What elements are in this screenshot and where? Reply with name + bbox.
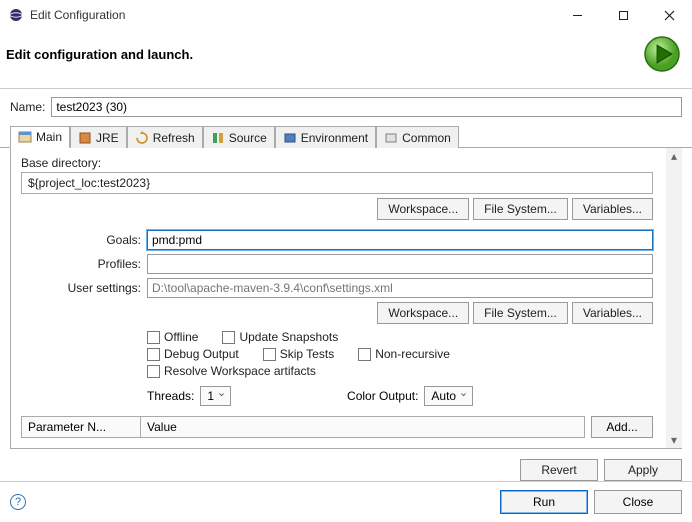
basedir-filesystem-button[interactable]: File System...: [473, 198, 568, 220]
usersettings-filesystem-button[interactable]: File System...: [473, 302, 568, 324]
tab-main[interactable]: Main: [10, 126, 70, 148]
profiles-label: Profiles:: [21, 257, 141, 271]
dialog-header: Edit configuration and launch.: [0, 30, 692, 89]
tab-jre[interactable]: JRE: [70, 126, 127, 148]
help-icon[interactable]: ?: [10, 494, 26, 510]
jre-tab-icon: [78, 131, 92, 145]
skip-tests-checkbox[interactable]: Skip Tests: [263, 347, 334, 361]
eclipse-icon: [8, 7, 24, 23]
minimize-button[interactable]: [554, 0, 600, 30]
goals-input[interactable]: [147, 230, 653, 250]
name-input[interactable]: [51, 97, 682, 117]
main-tab-icon: [18, 130, 32, 144]
main-tab-panel: ▴ ▾ Base directory: ${project_loc:test20…: [10, 148, 682, 449]
base-directory-label: Base directory:: [21, 156, 653, 170]
non-recursive-checkbox[interactable]: Non-recursive: [358, 347, 450, 361]
tab-source[interactable]: Source: [203, 126, 275, 148]
tab-common[interactable]: Common: [376, 126, 459, 148]
basedir-variables-button[interactable]: Variables...: [572, 198, 653, 220]
threads-select[interactable]: 1: [200, 386, 231, 406]
tab-jre-label: JRE: [96, 131, 119, 145]
header-text: Edit configuration and launch.: [6, 47, 642, 62]
source-tab-icon: [211, 131, 225, 145]
tab-refresh[interactable]: Refresh: [127, 126, 203, 148]
tab-refresh-label: Refresh: [153, 131, 195, 145]
tab-environment[interactable]: Environment: [275, 126, 376, 148]
parameter-table: Parameter N... Value Add...: [21, 416, 653, 438]
color-output-label: Color Output:: [347, 389, 418, 403]
goals-label: Goals:: [21, 233, 141, 247]
environment-tab-icon: [283, 131, 297, 145]
profiles-input[interactable]: [147, 254, 653, 274]
usersettings-workspace-button[interactable]: Workspace...: [377, 302, 469, 324]
user-settings-input[interactable]: [147, 278, 653, 298]
scroll-down-icon[interactable]: ▾: [666, 432, 682, 448]
title-bar: Edit Configuration: [0, 0, 692, 30]
name-label: Name:: [10, 100, 45, 114]
tab-main-label: Main: [36, 130, 62, 144]
apply-button[interactable]: Apply: [604, 459, 682, 481]
debug-output-checkbox[interactable]: Debug Output: [147, 347, 239, 361]
update-snapshots-checkbox[interactable]: Update Snapshots: [222, 330, 338, 344]
close-dialog-button[interactable]: Close: [594, 490, 682, 514]
basedir-workspace-button[interactable]: Workspace...: [377, 198, 469, 220]
base-directory-input[interactable]: ${project_loc:test2023}: [21, 172, 653, 194]
scroll-up-icon[interactable]: ▴: [666, 148, 682, 164]
usersettings-variables-button[interactable]: Variables...: [572, 302, 653, 324]
threads-label: Threads:: [147, 389, 194, 403]
close-button[interactable]: [646, 0, 692, 30]
run-icon: [642, 34, 682, 74]
tab-source-label: Source: [229, 131, 267, 145]
user-settings-label: User settings:: [21, 281, 141, 295]
param-name-header[interactable]: Parameter N...: [21, 416, 141, 438]
run-button[interactable]: Run: [500, 490, 588, 514]
tab-common-label: Common: [402, 131, 451, 145]
vertical-scrollbar[interactable]: ▴ ▾: [666, 148, 682, 448]
color-output-select[interactable]: Auto: [424, 386, 473, 406]
param-value-header[interactable]: Value: [141, 416, 585, 438]
name-row: Name:: [0, 89, 692, 125]
tab-environment-label: Environment: [301, 131, 368, 145]
window-title: Edit Configuration: [30, 8, 554, 22]
tab-bar: Main JRE Refresh Source Environment Comm…: [0, 125, 692, 148]
revert-button[interactable]: Revert: [520, 459, 598, 481]
refresh-tab-icon: [135, 131, 149, 145]
offline-checkbox[interactable]: Offline: [147, 330, 198, 344]
maximize-button[interactable]: [600, 0, 646, 30]
param-add-button[interactable]: Add...: [591, 416, 653, 438]
dialog-footer: ? Run Close: [0, 481, 692, 522]
resolve-workspace-checkbox[interactable]: Resolve Workspace artifacts: [147, 364, 316, 378]
common-tab-icon: [384, 131, 398, 145]
